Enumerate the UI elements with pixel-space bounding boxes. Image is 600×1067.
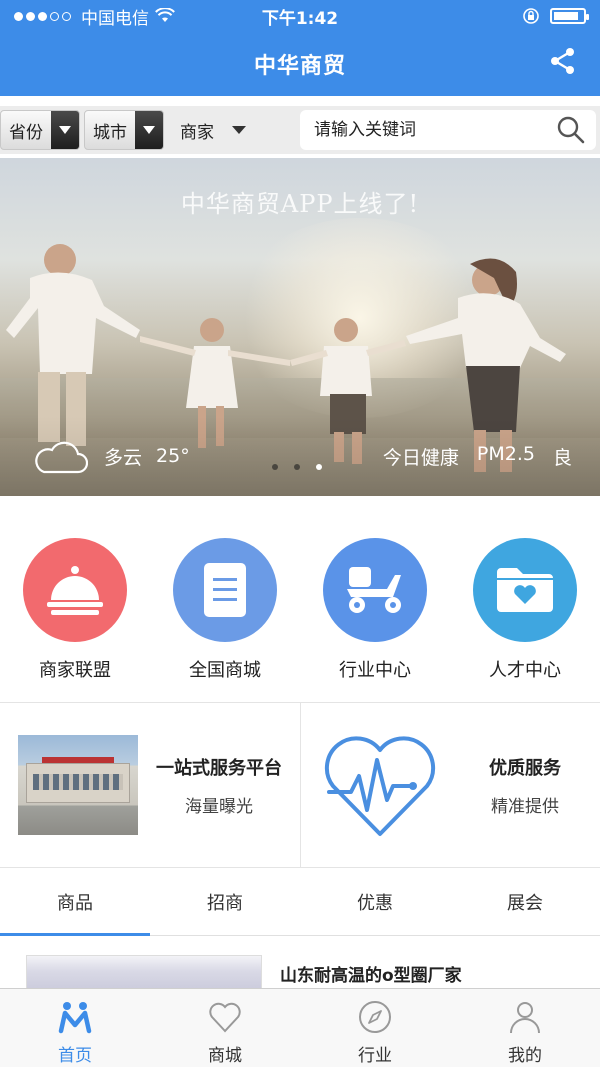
grid-item-talent-center[interactable]: 人才中心 (450, 496, 600, 702)
tabbar-item-industry[interactable]: 行业 (300, 989, 450, 1067)
tabbar-label: 商城 (208, 1046, 242, 1066)
grid-item-industry-center[interactable]: 行业中心 (300, 496, 450, 702)
grid-item-national-mall[interactable]: 全国商城 (150, 496, 300, 702)
grid-label: 商家联盟 (39, 660, 111, 681)
triangle-down-icon (232, 126, 246, 134)
heartbeat-icon (324, 736, 436, 836)
pm25-label: PM2.5 (476, 442, 535, 465)
banner-headline: 中华商贸APP上线了! (180, 190, 420, 218)
tab-investment[interactable]: 招商 (150, 868, 300, 935)
status-bar: 中国电信 下午1:42 (0, 0, 600, 32)
tabbar-label: 行业 (358, 1046, 392, 1066)
weather-condition: 多云 (104, 446, 143, 469)
share-icon[interactable] (548, 46, 578, 76)
product-thumbnail (26, 955, 262, 989)
promo-section: 一站式服务平台 海量曝光 优质服务 精准提供 (0, 702, 600, 868)
city-select[interactable]: 城市 (84, 110, 164, 150)
tab-products[interactable]: 商品 (0, 868, 150, 936)
promo-title: 一站式服务平台 (156, 757, 282, 779)
top-header: 中国电信 下午1:42 中华商贸 (0, 0, 600, 96)
promo-subtitle: 精准提供 (491, 796, 559, 817)
content-tabs: 商品 招商 优惠 展会 (0, 868, 600, 936)
cloche-icon (47, 566, 103, 615)
promo-one-stop[interactable]: 一站式服务平台 海量曝光 (0, 703, 300, 867)
heart-folder-icon (497, 568, 553, 612)
filter-bar: 省份 城市 商家 (0, 106, 600, 154)
tabbar-label: 首页 (58, 1046, 92, 1066)
product-list-item[interactable]: 山东耐高温的o型圈厂家 (0, 937, 600, 989)
battery-icon (550, 8, 589, 24)
rotation-lock-icon (523, 8, 539, 24)
category-grid: 商家联盟 全国商城 行业中心 人才中心 (0, 496, 600, 702)
grid-label: 行业中心 (339, 660, 411, 681)
scooter-icon (347, 567, 401, 613)
search-icon[interactable] (556, 115, 586, 145)
wifi-icon (155, 8, 175, 22)
pager-dot-active (316, 464, 322, 470)
bottom-tab-bar: 首页 商城 行业 我的 (0, 988, 600, 1067)
nav-bar: 中华商贸 (0, 32, 600, 96)
grid-circle (23, 538, 127, 642)
air-quality: 良 (552, 446, 572, 469)
grid-circle (473, 538, 577, 642)
city-label: 城市 (93, 122, 127, 143)
weather-bar: 多云 25° 今日健康 PM2.5 良 (0, 416, 600, 496)
pager-dot (294, 464, 300, 470)
grid-label: 人才中心 (489, 660, 561, 681)
chevron-down-icon (51, 111, 79, 149)
cloud-icon (35, 441, 88, 474)
product-name: 山东耐高温的o型圈厂家 (280, 966, 462, 986)
signal-icon (14, 11, 71, 21)
home-people-icon (58, 1002, 92, 1034)
grid-circle (173, 538, 277, 642)
promo-subtitle: 海量曝光 (185, 796, 253, 817)
health-label: 今日健康 (382, 446, 459, 469)
page-title: 中华商贸 (253, 54, 346, 79)
promo-quality-service[interactable]: 优质服务 精准提供 (300, 703, 600, 867)
search-box (300, 110, 596, 150)
tabbar-label: 我的 (508, 1046, 542, 1066)
tabbar-item-mall[interactable]: 商城 (150, 989, 300, 1067)
user-icon (510, 1002, 540, 1034)
province-select[interactable]: 省份 (0, 110, 80, 150)
document-icon (204, 563, 246, 617)
building-photo (18, 735, 138, 835)
tabbar-item-home[interactable]: 首页 (0, 989, 150, 1067)
promo-title: 优质服务 (489, 757, 561, 779)
grid-label: 全国商城 (189, 660, 261, 681)
grid-item-merchant-alliance[interactable]: 商家联盟 (0, 496, 150, 702)
banner-pager[interactable] (272, 464, 322, 470)
grid-circle (323, 538, 427, 642)
hero-banner[interactable]: 中华商贸APP上线了! 多云 25° 今日健康 PM2.5 良 (0, 158, 600, 496)
compass-icon (359, 1001, 391, 1033)
merchant-label: 商家 (180, 122, 214, 143)
heart-icon (209, 1002, 241, 1033)
temperature: 25° (156, 445, 190, 467)
merchant-select[interactable]: 商家 (170, 110, 256, 150)
tab-exhibitions[interactable]: 展会 (450, 868, 600, 935)
chevron-down-icon (135, 111, 163, 149)
province-label: 省份 (9, 122, 43, 143)
search-input[interactable] (314, 120, 556, 140)
carrier-label: 中国电信 (81, 8, 149, 29)
pager-dot (272, 464, 278, 470)
tabbar-item-mine[interactable]: 我的 (450, 989, 600, 1067)
tab-discounts[interactable]: 优惠 (300, 868, 450, 935)
